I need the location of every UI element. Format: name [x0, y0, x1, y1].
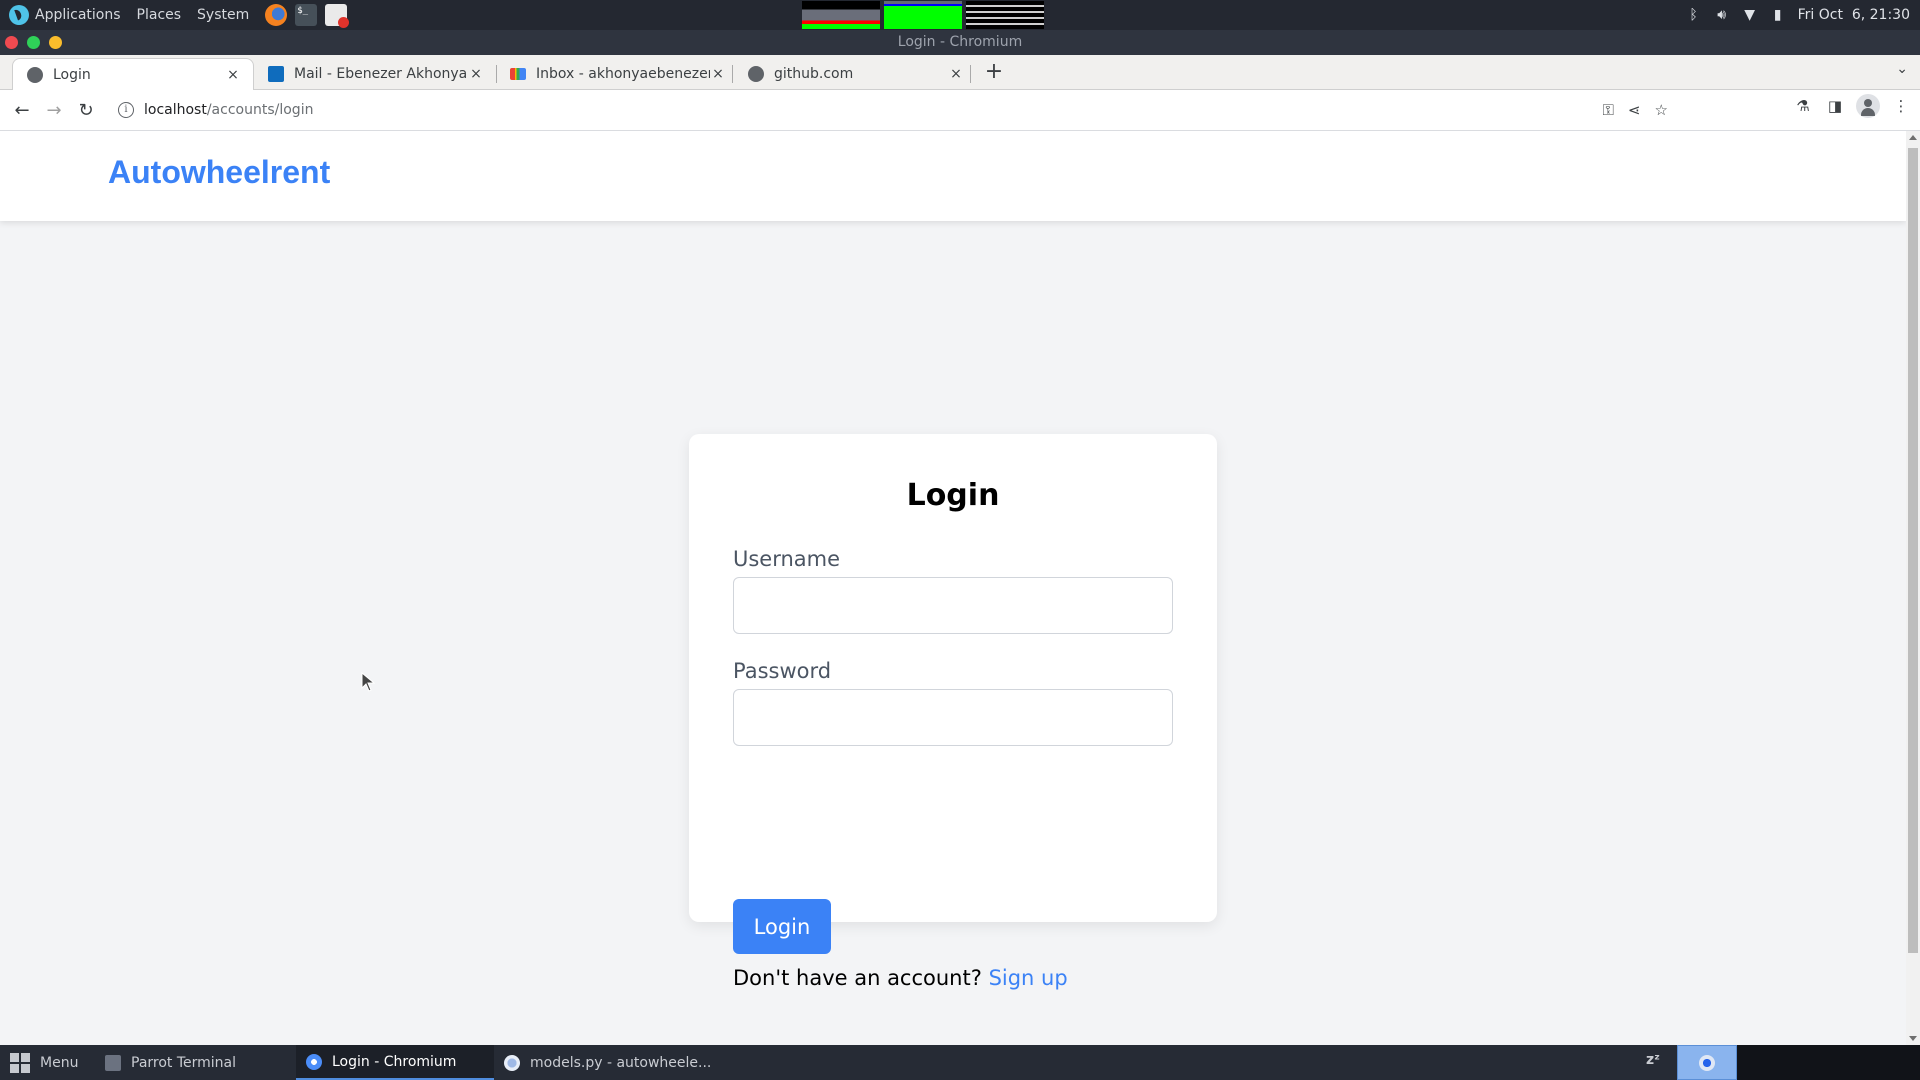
volume-icon[interactable]: 🔊︎ [1714, 6, 1730, 24]
close-icon[interactable]: × [710, 66, 726, 82]
terminal-icon[interactable]: $_ [295, 4, 318, 26]
close-icon[interactable]: × [468, 66, 484, 82]
menu-grid-icon [10, 1052, 30, 1073]
close-icon[interactable]: × [225, 67, 241, 83]
clock[interactable]: Fri Oct 6, 21:30 [1798, 7, 1910, 23]
username-input[interactable] [733, 577, 1173, 634]
window-titlebar: Login - Chromium [0, 30, 1920, 55]
system-monitor[interactable] [802, 1, 1044, 29]
side-panel-icon[interactable]: ◨ [1824, 95, 1846, 117]
sleep-inhibit-icon[interactable]: zᶻ [1646, 1052, 1670, 1074]
tab-login[interactable]: Login × [12, 58, 254, 91]
menu-places[interactable]: Places [137, 0, 182, 30]
chromium-mini-icon [1699, 1054, 1715, 1071]
labs-flask-icon[interactable]: ⚗ [1792, 95, 1814, 117]
tab-strip: Login × Mail - Ebenezer Akhonya × Inbox … [0, 55, 1920, 91]
taskbar-item-chromium[interactable]: Login - Chromium [296, 1045, 494, 1080]
signup-prompt: Don't have an account? Sign up [733, 966, 1068, 990]
password-input[interactable] [733, 689, 1173, 746]
system-tray: ᛒ 🔊︎ ▼ ▮ Fri Oct 6, 21:30 [1686, 0, 1910, 30]
code-editor-icon [504, 1054, 520, 1071]
menu-applications[interactable]: Applications [35, 0, 121, 30]
username-label: Username [733, 547, 841, 571]
cpu-graph [802, 1, 880, 29]
close-icon[interactable]: × [948, 66, 964, 82]
gmail-icon [510, 68, 526, 80]
chromium-icon [306, 1053, 322, 1070]
more-menu-icon[interactable]: ⋮ [1890, 95, 1912, 117]
address-bar[interactable]: i localhost/accounts/login ⚿ ⋖ ☆ [110, 94, 1680, 126]
menu-label: Menu [40, 1054, 79, 1071]
outlook-icon [268, 66, 284, 82]
url-host: localhost [144, 102, 207, 118]
taskbar: Menu Parrot Terminal Login - Chromium mo… [0, 1045, 1920, 1080]
tab-mail[interactable]: Mail - Ebenezer Akhonya × [254, 58, 496, 90]
page-viewport: Autowheelrent Login Username Password Lo… [0, 131, 1906, 1045]
toolbar-actions: ⚗ ◨ ⋮ [1792, 94, 1912, 118]
taskbar-item-editor[interactable]: models.py - autowheele... [494, 1045, 714, 1080]
menu-system[interactable]: System [197, 0, 249, 30]
brand-logo-link[interactable]: Autowheelrent [108, 154, 330, 191]
window-title: Login - Chromium [897, 34, 1023, 50]
globe-icon [27, 67, 43, 83]
tab-title: Mail - Ebenezer Akhonya [294, 66, 468, 82]
scroll-up-arrow-icon[interactable] [1909, 135, 1917, 140]
window-minimize-button[interactable] [49, 36, 62, 49]
tab-title: Login [53, 67, 91, 83]
key-icon[interactable]: ⚿ [1603, 101, 1614, 119]
site-header: Autowheelrent [0, 131, 1906, 221]
taskbar-item-label: Login - Chromium [332, 1053, 457, 1070]
taskbar-menu-button[interactable]: Menu [0, 1045, 100, 1080]
page-scrollbar[interactable] [1906, 131, 1920, 1045]
globe-icon [748, 66, 764, 82]
reload-button[interactable]: ↻ [70, 94, 102, 126]
system-top-panel: Applications Places System $_ ᛒ 🔊︎ ▼ ▮ F… [0, 0, 1920, 30]
omnibox-actions: ⚿ ⋖ ☆ [1603, 94, 1680, 126]
login-button[interactable]: Login [733, 899, 831, 954]
page-title: Login [906, 478, 1000, 513]
terminal-icon [105, 1054, 121, 1071]
bookmark-star-icon[interactable]: ☆ [1655, 101, 1668, 119]
battery-icon[interactable]: ▮ [1770, 6, 1786, 24]
tab-separator [732, 65, 733, 83]
text-editor-icon[interactable] [325, 4, 350, 28]
memory-graph [884, 1, 962, 29]
tab-search-chevron-icon[interactable]: ⌄ [1896, 61, 1908, 77]
network-graph [966, 1, 1044, 29]
profile-avatar[interactable] [1856, 94, 1880, 118]
share-icon[interactable]: ⋖ [1628, 101, 1641, 119]
tab-separator [970, 65, 971, 83]
taskbar-item-label: Parrot Terminal [131, 1054, 237, 1071]
scrollbar-thumb[interactable] [1908, 148, 1918, 953]
wifi-icon[interactable]: ▼ [1742, 6, 1758, 24]
taskbar-item-label: models.py - autowheele... [530, 1054, 712, 1071]
signup-prompt-text: Don't have an account? [733, 966, 982, 990]
tab-inbox[interactable]: Inbox - akhonyaebenezer × [496, 58, 738, 90]
window-maximize-button[interactable] [27, 36, 40, 49]
login-card: Login Username Password Login Don't have… [689, 434, 1217, 990]
url-path: /accounts/login [206, 102, 314, 118]
tab-title: Inbox - akhonyaebenezer [536, 66, 710, 82]
browser-toolbar: ← → ↻ i localhost/accounts/login ⚿ ⋖ ☆ ⚗… [0, 90, 1920, 131]
back-button[interactable]: ← [6, 94, 38, 126]
tab-title: github.com [774, 66, 854, 82]
bluetooth-icon[interactable]: ᛒ [1686, 6, 1702, 24]
site-info-icon[interactable]: i [118, 102, 134, 118]
parrot-logo-icon[interactable] [9, 5, 29, 25]
new-tab-button[interactable]: + [982, 59, 1006, 85]
password-label: Password [733, 659, 832, 683]
tab-github[interactable]: github.com × [734, 58, 976, 90]
workspace-switcher-others[interactable] [1737, 1045, 1920, 1080]
workspace-switcher-active[interactable] [1677, 1045, 1737, 1080]
taskbar-item-terminal[interactable]: Parrot Terminal [95, 1045, 295, 1080]
window-close-button[interactable] [5, 36, 18, 49]
signup-link[interactable]: Sign up [989, 966, 1068, 990]
forward-button[interactable]: → [38, 94, 70, 126]
scroll-down-arrow-icon[interactable] [1909, 1036, 1917, 1041]
firefox-icon[interactable] [265, 4, 288, 26]
